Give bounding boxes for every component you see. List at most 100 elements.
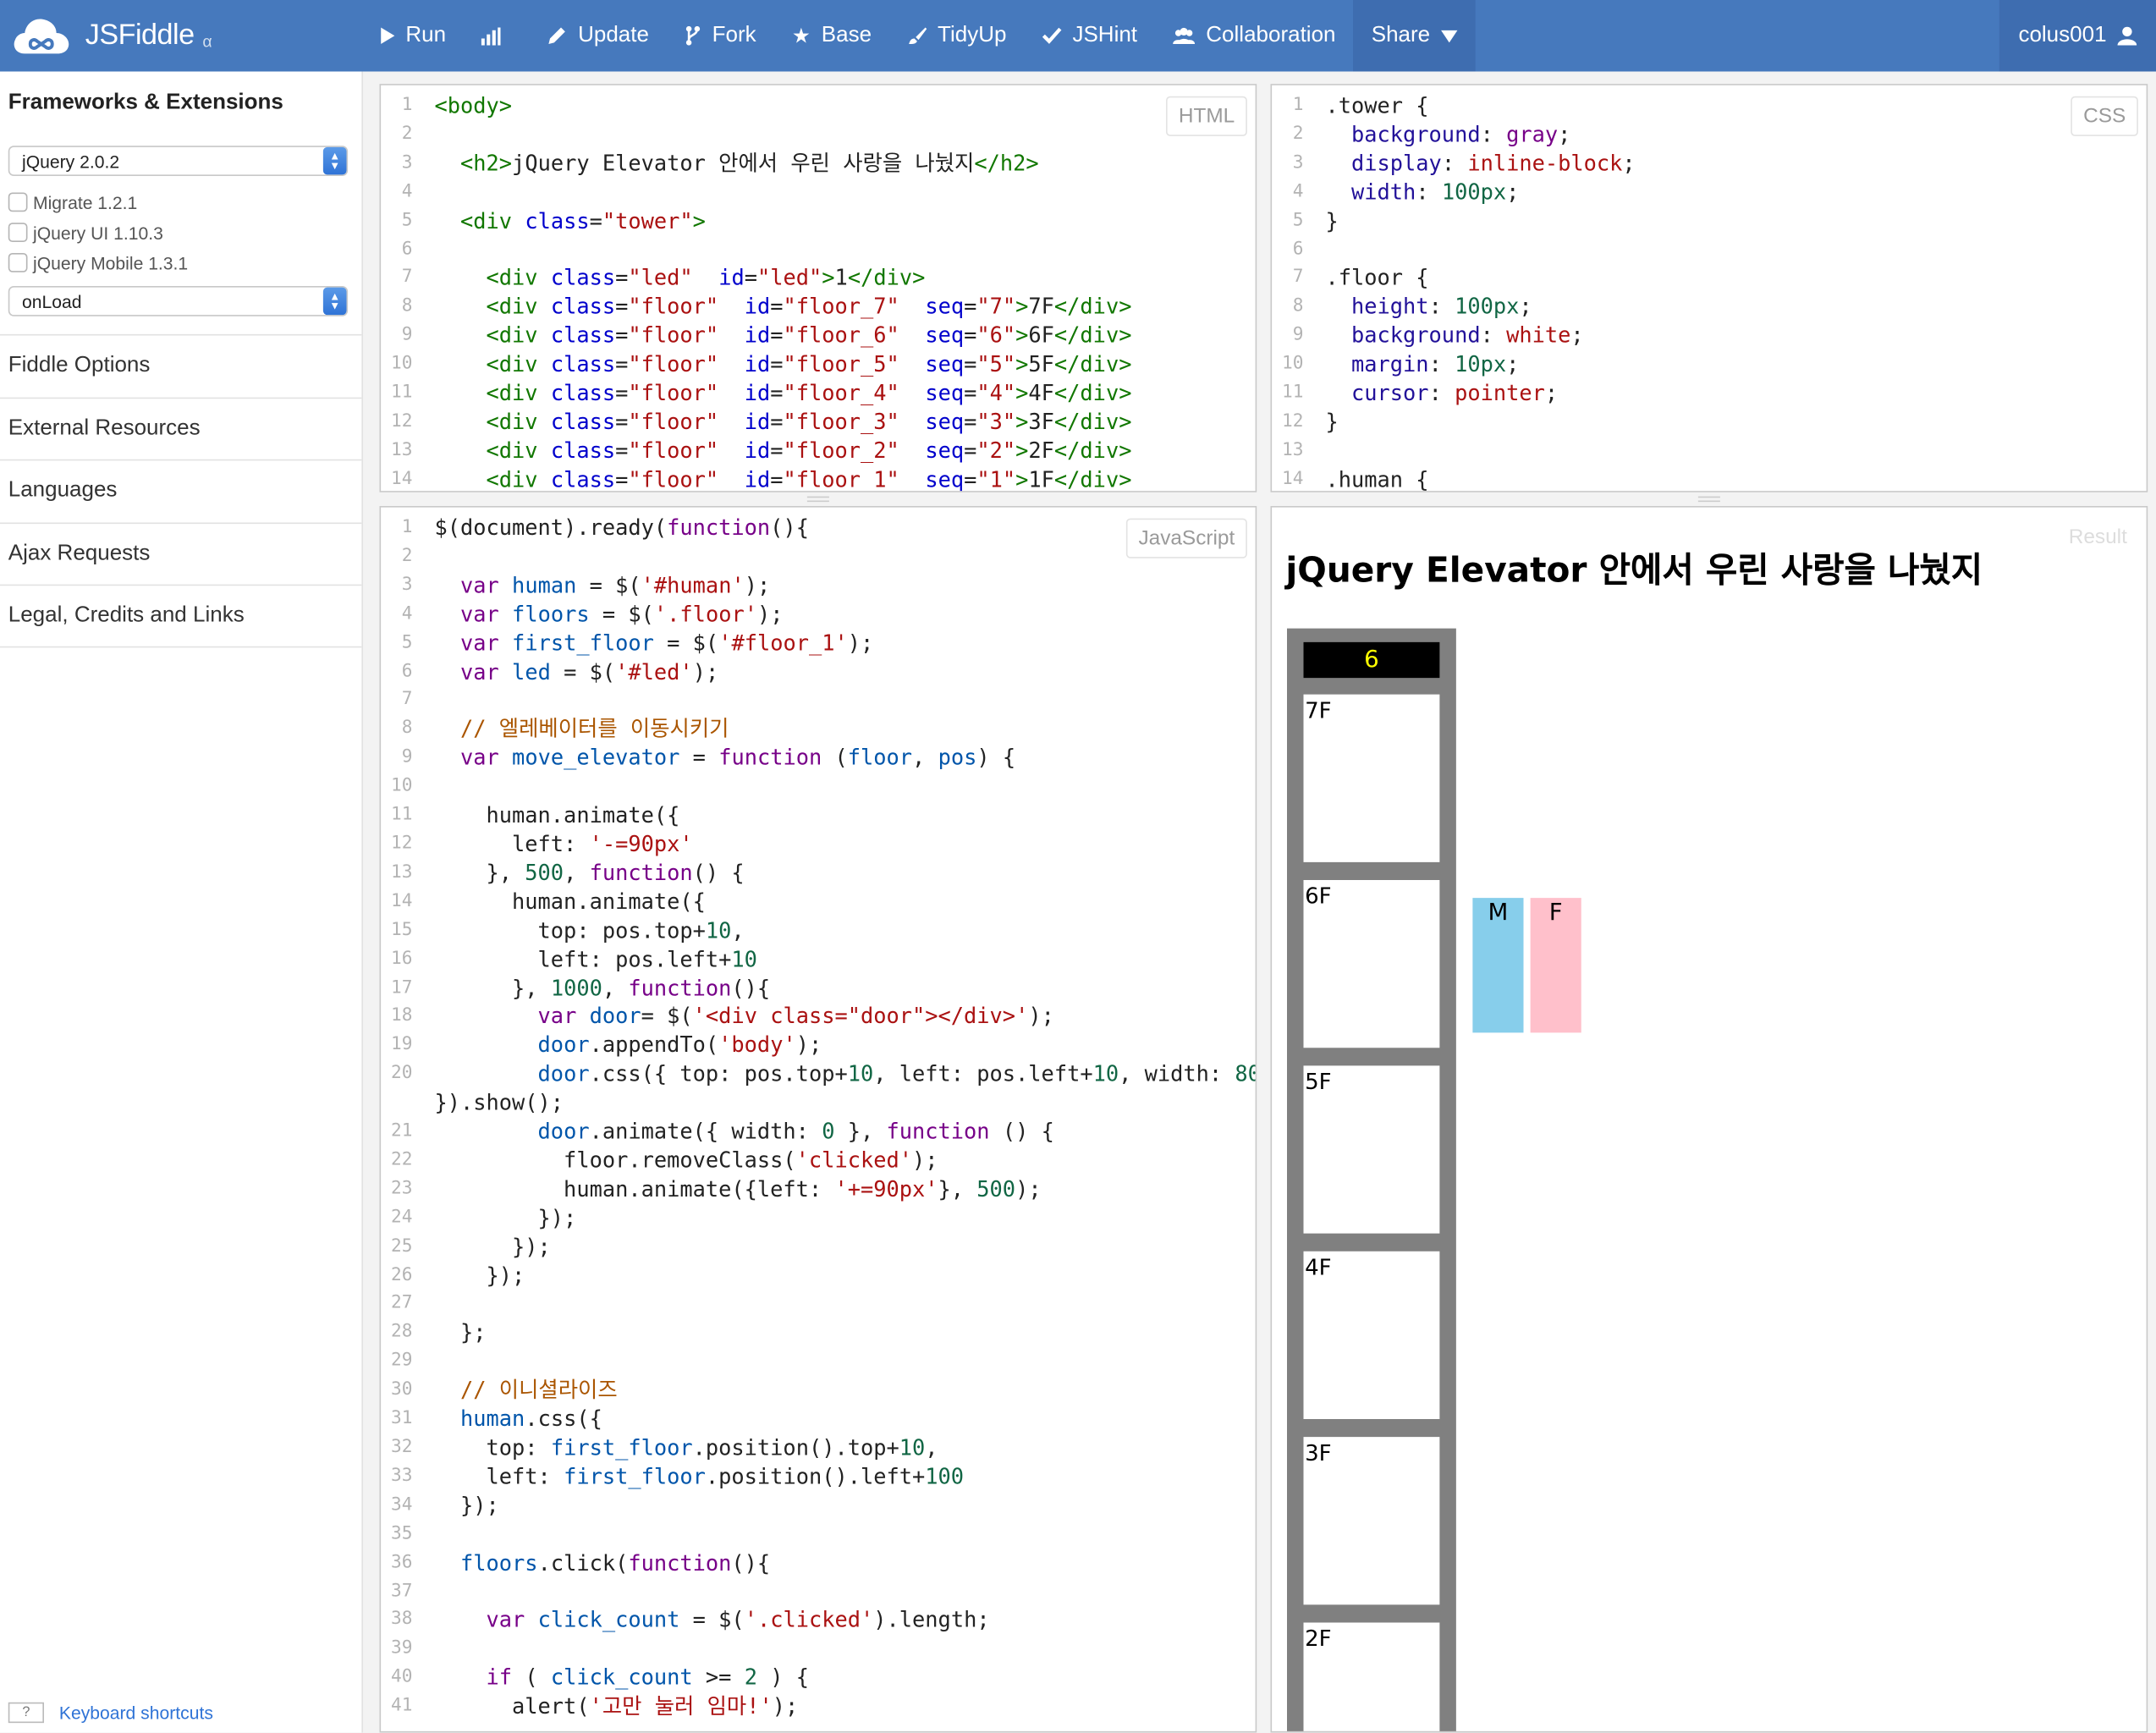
stats-button[interactable]	[464, 0, 530, 72]
code-line[interactable]: 9 <div class="floor" id="floor_6" seq="6…	[381, 322, 1132, 351]
run-button[interactable]: Run	[363, 0, 464, 72]
code-line[interactable]: 7	[381, 687, 1256, 716]
code-line[interactable]: 14 human.animate({	[381, 888, 1256, 916]
code-line[interactable]: 5}	[1272, 207, 1636, 236]
tidyup-button[interactable]: TidyUp	[889, 0, 1024, 72]
code-line[interactable]: 9 background: white;	[1272, 322, 1636, 351]
framework-select[interactable]: jQuery 2.0.2 ▲ ▼	[8, 146, 349, 176]
code-line[interactable]: 12}	[1272, 409, 1636, 437]
css-panel[interactable]: 1 .tower {2 background: gray; 3 display: i…	[1270, 84, 2148, 492]
update-button[interactable]: Update	[530, 0, 667, 72]
code-line[interactable]: 30 // 이니셜라이즈	[381, 1377, 1256, 1406]
sidebar-item-external-resources[interactable]: External Resources	[0, 396, 362, 459]
collaboration-button[interactable]: Collaboration	[1155, 0, 1353, 72]
load-type-select[interactable]: onLoad ▲ ▼	[8, 286, 349, 316]
code-line[interactable]: 31 human.css({	[381, 1406, 1256, 1434]
floor-4[interactable]: 4F	[1303, 1251, 1440, 1419]
extension-jquery-mobile[interactable]: jQuery Mobile 1.3.1	[8, 250, 362, 275]
code-line[interactable]: 18 var door= $('<div class="door"></div>…	[381, 1003, 1256, 1032]
checkbox[interactable]	[8, 192, 28, 212]
resize-handle[interactable]	[806, 496, 829, 503]
share-button[interactable]: Share	[1353, 0, 1476, 72]
code-line[interactable]: }).show();	[381, 1089, 1256, 1118]
code-line[interactable]: 12 <div class="floor" id="floor_3" seq="…	[381, 409, 1131, 437]
code-line[interactable]: 24 });	[381, 1204, 1256, 1233]
code-line[interactable]: 4 var floors = $('.floor');	[381, 601, 1256, 630]
code-line[interactable]: 23 human.animate({left: '+=90px'}, 500);	[381, 1175, 1256, 1204]
code-line[interactable]: 1 .tower {	[1272, 92, 1636, 121]
base-button[interactable]: ★ Base	[774, 0, 889, 72]
code-line[interactable]: 13 }, 500, function() {	[381, 859, 1256, 888]
code-line[interactable]: 1 <body>	[381, 92, 1131, 121]
sidebar-item-languages[interactable]: Languages	[0, 459, 362, 522]
javascript-panel[interactable]: 1 $(document).ready(function(){2 3 var hum…	[379, 506, 1257, 1733]
code-line[interactable]: 11 human.animate({	[381, 801, 1256, 830]
code-line[interactable]: 3 <h2>jQuery Elevator 안에서 우린 사랑을 나눴지</h2…	[381, 150, 1131, 179]
code-line[interactable]: 32 top: first_floor.position().top+10,	[381, 1434, 1256, 1463]
code-line[interactable]: 11 cursor: pointer;	[1272, 380, 1636, 409]
javascript-editor[interactable]: 1 $(document).ready(function(){2 3 var hum…	[381, 514, 1256, 1722]
css-editor[interactable]: 1 .tower {2 background: gray; 3 display: i…	[1272, 92, 1636, 492]
jshint-button[interactable]: JSHint	[1025, 0, 1156, 72]
code-line[interactable]: 20 door.css({ top: pos.top+10, left: pos…	[381, 1060, 1256, 1089]
code-line[interactable]: 21 door.animate({ width: 0 }, function (…	[381, 1118, 1256, 1147]
code-line[interactable]: 8 <div class="floor" id="floor_7" seq="7…	[381, 294, 1132, 322]
code-line[interactable]: 4	[381, 179, 1131, 207]
floor-6[interactable]: 6F	[1303, 880, 1440, 1048]
code-line[interactable]: 6	[381, 236, 1131, 265]
code-line[interactable]: 39	[381, 1636, 1256, 1664]
code-line[interactable]: 37	[381, 1578, 1256, 1607]
code-line[interactable]: 19 door.appendTo('body');	[381, 1032, 1256, 1060]
code-line[interactable]: 41 alert('고만 눌러 임마!');	[381, 1693, 1256, 1722]
code-line[interactable]: 2 background: gray;	[1272, 121, 1636, 150]
sidebar-item-ajax-requests[interactable]: Ajax Requests	[0, 521, 362, 585]
code-line[interactable]: 7 .floor {	[1272, 265, 1636, 294]
code-line[interactable]: 10 <div class="floor" id="floor_5" seq="…	[381, 351, 1131, 380]
code-line[interactable]: 38 var click_count = $('.clicked').lengt…	[381, 1607, 1256, 1636]
code-line[interactable]: 7 <div class="led" id="led">1</div>	[381, 265, 1131, 294]
code-line[interactable]: 2	[381, 121, 1131, 150]
code-line[interactable]: 33 left: first_floor.position().left+100	[381, 1463, 1256, 1492]
user-menu[interactable]: colus001	[1999, 0, 2156, 72]
code-line[interactable]: 26 });	[381, 1262, 1256, 1290]
code-line[interactable]: 34 });	[381, 1492, 1256, 1521]
code-line[interactable]: 11 <div class="floor" id="floor_4" seq="…	[381, 380, 1131, 409]
code-line[interactable]: 28 };	[381, 1319, 1256, 1348]
code-line[interactable]: 14 <div class="floor" id="floor_1" seq="…	[381, 466, 1131, 491]
code-line[interactable]: 10	[381, 773, 1256, 802]
result-panel[interactable]: Result jQuery Elevator 안에서 우린 사랑을 나눴지 6 …	[1270, 506, 2148, 1733]
floor-5[interactable]: 5F	[1303, 1065, 1440, 1234]
checkbox[interactable]	[8, 253, 28, 272]
code-line[interactable]: 5 var first_floor = $('#floor_1');	[381, 630, 1256, 658]
code-line[interactable]: 5 <div class="tower">	[381, 207, 1131, 236]
checkbox[interactable]	[8, 223, 28, 242]
code-line[interactable]: 14 .human {	[1272, 466, 1636, 491]
code-line[interactable]: 6 var led = $('#led');	[381, 658, 1256, 687]
resize-handle[interactable]	[1697, 496, 1720, 503]
code-line[interactable]: 8 height: 100px;	[1272, 294, 1636, 322]
code-line[interactable]: 35	[381, 1521, 1256, 1549]
keyboard-shortcuts-link[interactable]: ? Keyboard shortcuts	[8, 1702, 213, 1724]
code-line[interactable]: 3 display: inline-block;	[1272, 150, 1636, 179]
extension-migrate[interactable]: Migrate 1.2.1	[8, 190, 362, 214]
html-panel[interactable]: 1 <body> 2 3 <h2>jQuery Elevator 안에서 우린 사랑을…	[379, 84, 1257, 492]
floor-7[interactable]: 7F	[1303, 694, 1440, 862]
code-line[interactable]: 36 floors.click(function(){	[381, 1549, 1256, 1578]
code-line[interactable]: 4 width: 100px;	[1272, 179, 1636, 207]
code-line[interactable]: 13 <div class="floor" id="floor_2" seq="…	[381, 437, 1131, 466]
code-line[interactable]: 9 var move_elevator = function (floor, p…	[381, 745, 1256, 773]
code-line[interactable]: 12 left: '-=90px'	[381, 830, 1256, 859]
code-line[interactable]: 16 left: pos.left+10	[381, 945, 1256, 974]
code-line[interactable]: 22 floor.removeClass('clicked');	[381, 1147, 1256, 1175]
code-line[interactable]: 15 top: pos.top+10,	[381, 916, 1256, 945]
code-line[interactable]: 27	[381, 1290, 1256, 1319]
extension-jquery-ui[interactable]: jQuery UI 1.10.3	[8, 220, 362, 245]
floor-2[interactable]: 2F	[1303, 1622, 1440, 1731]
fork-button[interactable]: Fork	[667, 0, 774, 72]
code-line[interactable]: 8 // 엘레베이터를 이동시키기	[381, 716, 1256, 745]
code-line[interactable]: 10 margin: 10px;	[1272, 351, 1636, 380]
code-line[interactable]: 3 var human = $('#human');	[381, 572, 1256, 601]
code-line[interactable]: 6	[1272, 236, 1636, 265]
floor-3[interactable]: 3F	[1303, 1437, 1440, 1605]
jsfiddle-logo[interactable]: JSFiddle α	[0, 0, 363, 72]
